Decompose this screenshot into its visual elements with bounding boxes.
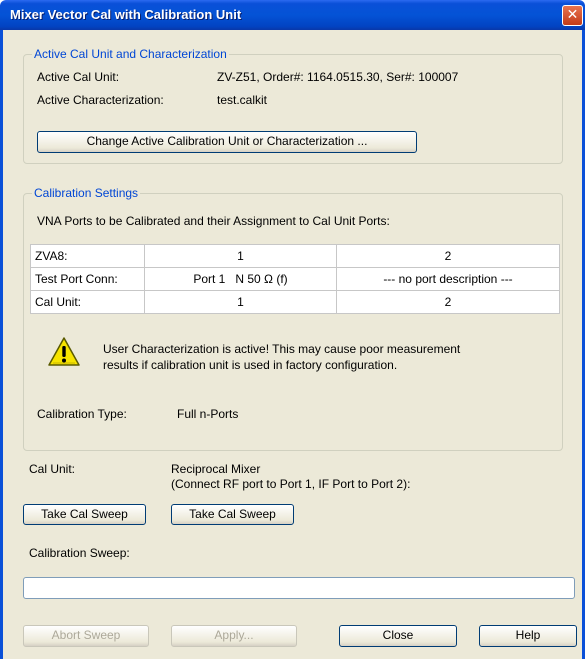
warning-text-line1: User Characterization is active! This ma… bbox=[103, 342, 461, 356]
close-icon[interactable]: ✕ bbox=[562, 5, 583, 26]
active-cal-unit-value: ZV-Z51, Order#: 1164.0515.30, Ser#: 1000… bbox=[217, 70, 459, 84]
active-characterization-label: Active Characterization: bbox=[37, 93, 164, 107]
close-button[interactable]: Close bbox=[339, 625, 457, 647]
warning-text-line2: results if calibration unit is used in f… bbox=[103, 358, 398, 372]
warning-triangle-icon bbox=[48, 337, 80, 366]
title-bar: Mixer Vector Cal with Calibration Unit ✕ bbox=[0, 0, 585, 30]
calibration-sweep-progress-bar bbox=[23, 577, 575, 599]
reciprocal-mixer-hint: (Connect RF port to Port 1, IF Port to P… bbox=[171, 477, 411, 491]
change-cal-unit-button[interactable]: Change Active Calibration Unit or Charac… bbox=[37, 131, 417, 153]
cal-settings-legend: Calibration Settings bbox=[32, 186, 141, 200]
calibration-type-value: Full n-Ports bbox=[177, 407, 239, 421]
table-cell: 1 bbox=[144, 244, 337, 268]
active-cal-legend: Active Cal Unit and Characterization bbox=[32, 47, 229, 61]
table-cell: 2 bbox=[336, 244, 560, 268]
take-cal-sweep-button-cal-unit[interactable]: Take Cal Sweep bbox=[23, 504, 146, 525]
table-cell: --- no port description --- bbox=[336, 267, 560, 291]
ports-heading: VNA Ports to be Calibrated and their Ass… bbox=[37, 214, 390, 228]
table-cell: Test Port Conn: bbox=[30, 267, 145, 291]
port-assignment-table: ZVA8: 1 2 Test Port Conn: Port 1 N 50 Ω … bbox=[30, 244, 560, 314]
table-row: Cal Unit: 1 2 bbox=[30, 290, 560, 314]
table-cell: 1 bbox=[144, 290, 337, 314]
table-cell: 2 bbox=[336, 290, 560, 314]
table-row: ZVA8: 1 2 bbox=[30, 244, 560, 268]
abort-sweep-button[interactable]: Abort Sweep bbox=[23, 625, 149, 647]
table-cell: ZVA8: bbox=[30, 244, 145, 268]
reciprocal-mixer-label: Reciprocal Mixer bbox=[171, 462, 261, 476]
calibration-type-label: Calibration Type: bbox=[37, 407, 127, 421]
table-cell: Port 1 N 50 Ω (f) bbox=[144, 267, 337, 291]
active-cal-unit-label: Active Cal Unit: bbox=[37, 70, 120, 84]
help-button[interactable]: Help bbox=[479, 625, 577, 647]
active-characterization-value: test.calkit bbox=[217, 93, 268, 107]
cal-unit-label: Cal Unit: bbox=[29, 462, 76, 476]
dialog-body: Active Cal Unit and Characterization Act… bbox=[0, 30, 585, 659]
apply-button[interactable]: Apply... bbox=[171, 625, 297, 647]
calibration-sweep-label: Calibration Sweep: bbox=[29, 546, 130, 560]
table-row: Test Port Conn: Port 1 N 50 Ω (f) --- no… bbox=[30, 267, 560, 291]
table-cell: Cal Unit: bbox=[30, 290, 145, 314]
take-cal-sweep-button-mixer[interactable]: Take Cal Sweep bbox=[171, 504, 294, 525]
window-title: Mixer Vector Cal with Calibration Unit bbox=[10, 7, 242, 22]
